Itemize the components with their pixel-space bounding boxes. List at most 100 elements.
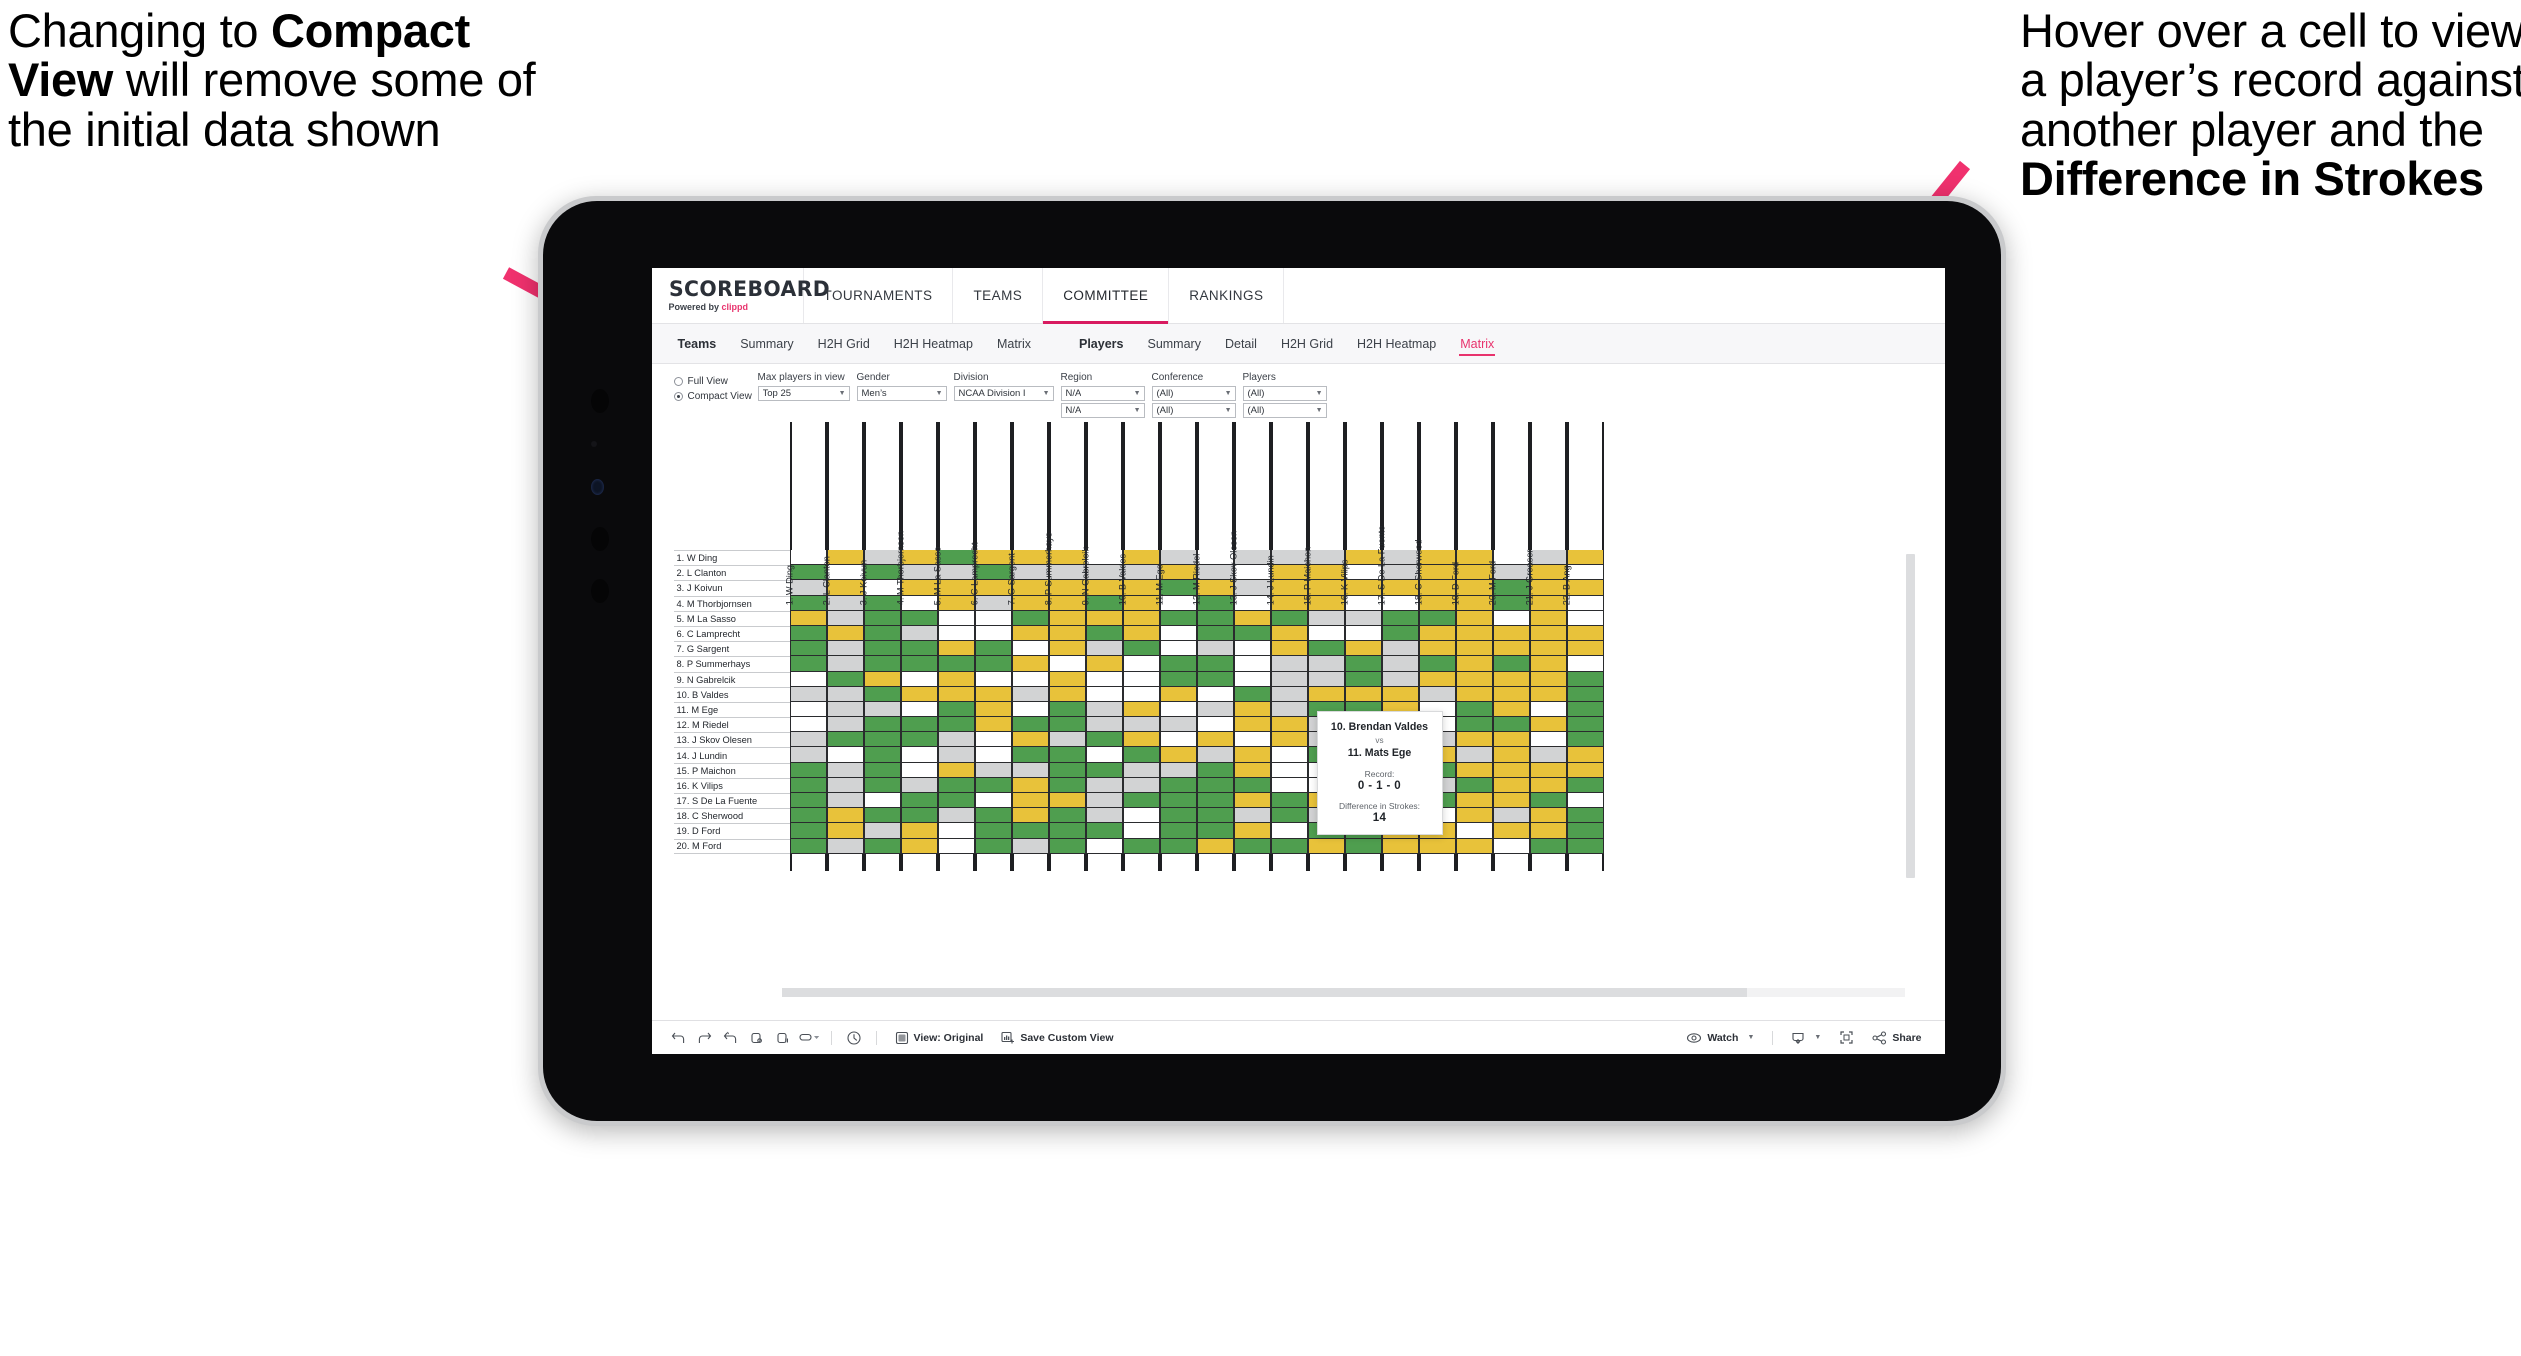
matrix-cell[interactable] [1011,625,1049,642]
matrix-cell[interactable] [1196,610,1234,626]
filter-conference-select-2[interactable]: (All) ▼ [1151,403,1236,418]
matrix-cell[interactable] [1196,747,1234,763]
matrix-cell[interactable] [1196,641,1234,657]
matrix-cell[interactable] [900,747,938,763]
matrix-cell[interactable] [1048,610,1086,626]
matrix-cell[interactable] [1529,838,1567,854]
matrix-cell[interactable] [863,823,901,839]
matrix-cell[interactable] [974,747,1012,763]
matrix-cell[interactable] [863,777,901,793]
matrix-cell[interactable] [1270,641,1308,657]
matrix-cell[interactable] [937,625,975,642]
matrix-cell[interactable] [1011,793,1049,809]
matrix-cell[interactable] [1344,656,1382,672]
matrix-cell[interactable] [1196,732,1234,748]
matrix-cell[interactable] [826,656,864,672]
matrix-cell[interactable] [863,838,901,854]
matrix-cell[interactable] [1344,671,1382,687]
matrix-cell[interactable] [1344,625,1382,642]
matrix-cell[interactable] [1159,671,1197,687]
matrix-cell[interactable] [974,823,1012,839]
matrix-cell[interactable] [1196,701,1234,718]
matrix-cell[interactable] [1529,610,1567,626]
matrix-cell[interactable] [1196,762,1234,778]
matrix-cell[interactable] [1122,701,1160,718]
matrix-cell[interactable] [1381,641,1419,657]
matrix-cell[interactable] [1344,610,1382,626]
matrix-cell[interactable] [826,777,864,793]
subnav-teams-h2h-heatmap[interactable]: H2H Heatmap [882,324,985,364]
matrix-cell[interactable] [1159,625,1197,642]
matrix-cell[interactable] [1048,656,1086,672]
matrix-cell[interactable] [1566,671,1604,687]
matrix-cell[interactable] [1529,625,1567,642]
matrix-cell[interactable] [1566,625,1604,642]
matrix-cell[interactable] [1566,808,1604,824]
matrix-cell[interactable] [1455,671,1493,687]
matrix-cell[interactable] [900,671,938,687]
matrix-cell[interactable] [1492,717,1530,733]
matrix-cell[interactable] [826,625,864,642]
matrix-cell[interactable] [1159,732,1197,748]
matrix-cell[interactable] [1566,823,1604,839]
matrix-cell[interactable] [974,732,1012,748]
matrix-cell[interactable] [1270,717,1308,733]
matrix-cell[interactable] [863,686,901,702]
matrix-cell[interactable] [1455,732,1493,748]
matrix-cell[interactable] [863,610,901,626]
matrix-cell[interactable] [974,808,1012,824]
matrix-cell[interactable] [1048,625,1086,642]
matrix-cell[interactable] [789,777,827,793]
matrix-cell[interactable] [826,717,864,733]
matrix-cell[interactable] [1196,686,1234,702]
matrix-cell[interactable] [1085,686,1123,702]
matrix-cell[interactable] [1270,610,1308,626]
matrix-cell[interactable] [974,610,1012,626]
matrix-cell[interactable] [863,762,901,778]
matrix-cell[interactable] [1566,793,1604,809]
matrix-cell[interactable] [1418,641,1456,657]
matrix-cell[interactable] [1307,686,1345,702]
matrix-cell[interactable] [1492,762,1530,778]
matrix-cell[interactable] [1048,808,1086,824]
matrix-cell[interactable] [974,793,1012,809]
matrix-cell[interactable] [900,732,938,748]
matrix-cell[interactable] [1196,671,1234,687]
matrix-cell[interactable] [974,777,1012,793]
matrix-cell[interactable] [1492,747,1530,763]
matrix-cell[interactable] [789,823,827,839]
matrix-cell[interactable] [863,701,901,718]
matrix-cell[interactable] [1418,671,1456,687]
matrix-cell[interactable] [1085,717,1123,733]
save-custom-view-button[interactable]: Save Custom View [992,1031,1122,1045]
matrix-cell[interactable] [1233,732,1271,748]
matrix-cell[interactable] [1159,823,1197,839]
matrix-cell[interactable] [1085,823,1123,839]
matrix-cell[interactable] [1307,838,1345,854]
matrix-cell[interactable] [789,732,827,748]
matrix-cell[interactable] [1122,717,1160,733]
matrix-cell[interactable] [1566,732,1604,748]
matrix-cell[interactable] [1418,656,1456,672]
matrix-cell[interactable] [1270,823,1308,839]
matrix-cell[interactable] [1270,762,1308,778]
matrix-cell[interactable] [1011,838,1049,854]
matrix-cell[interactable] [1492,625,1530,642]
matrix-cell[interactable] [826,838,864,854]
matrix-cell[interactable] [937,838,975,854]
matrix-cell[interactable] [1159,686,1197,702]
matrix-cell[interactable] [1122,747,1160,763]
matrix-cell[interactable] [1529,656,1567,672]
matrix-cell[interactable] [1048,671,1086,687]
matrix-cell[interactable] [789,625,827,642]
matrix-cell[interactable] [1307,625,1345,642]
matrix-cell[interactable] [1492,777,1530,793]
watch-button[interactable]: Watch ▼ [1677,1032,1763,1044]
matrix-cell[interactable] [1048,793,1086,809]
clock-icon[interactable] [841,1025,867,1051]
matrix-cell[interactable] [974,625,1012,642]
matrix-cell[interactable] [863,641,901,657]
matrix-cell[interactable] [900,701,938,718]
matrix-cell[interactable] [937,686,975,702]
matrix-cell[interactable] [1418,625,1456,642]
